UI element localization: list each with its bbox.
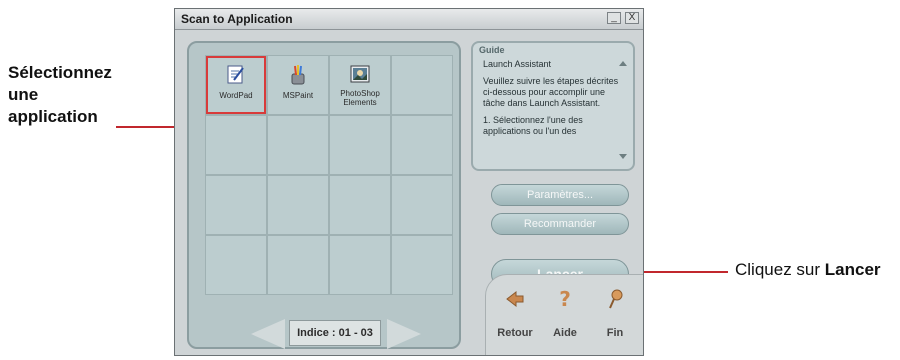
empty-app-tile [267, 235, 329, 295]
mspaint-icon [291, 65, 305, 85]
empty-app-tile [267, 175, 329, 235]
title-bar: Scan to Application _ X [175, 9, 643, 30]
guide-paragraph: Veuillez suivre les étapes décrites ci-d… [483, 76, 619, 108]
launch-callout-prefix: Cliquez sur [735, 260, 825, 279]
empty-app-tile [329, 115, 391, 175]
guide-paragraph: Launch Assistant [483, 59, 552, 69]
empty-app-tile [329, 235, 391, 295]
guide-text: Launch Assistant Veuillez suivre les éta… [483, 59, 619, 167]
fin-button[interactable]: Fin [594, 289, 636, 339]
callout-line-1: Sélectionnez [8, 63, 112, 82]
retour-button[interactable]: Retour [494, 289, 536, 339]
window-title: Scan to Application [181, 12, 293, 26]
svg-text:?: ? [559, 289, 571, 309]
app-label: WordPad [219, 91, 253, 100]
minimize-button[interactable]: _ [607, 12, 621, 24]
application-grid-panel: WordPad MSPaint PhotoShop Elements Indic… [187, 41, 461, 349]
app-tile-wordpad[interactable]: WordPad [205, 55, 267, 115]
callout-line-2: une [8, 85, 39, 104]
recommander-button[interactable]: Recommander [491, 213, 629, 235]
aide-label: Aide [553, 327, 577, 339]
navigation-panel: Retour ? Aide Fin [485, 274, 643, 355]
guide-panel: Guide Launch Assistant Veuillez suivre l… [471, 41, 635, 171]
select-application-callout: Sélectionnez une application [8, 62, 112, 128]
callout-line-3: application [8, 107, 98, 126]
scroll-up-arrow-icon[interactable] [619, 61, 627, 66]
guide-header: Guide [479, 45, 505, 55]
empty-app-tile [329, 175, 391, 235]
fin-label: Fin [606, 327, 624, 339]
empty-app-tile [267, 115, 329, 175]
empty-app-tile [205, 115, 267, 175]
pager: Indice : 01 - 03 [251, 318, 421, 349]
app-tile-mspaint[interactable]: MSPaint [267, 55, 329, 115]
empty-app-tile [391, 55, 453, 115]
scan-to-application-window: Scan to Application _ X WordPad MSPaint … [174, 8, 644, 356]
wordpad-icon [227, 65, 244, 84]
photoshop-icon [350, 65, 370, 83]
page-index-display: Indice : 01 - 03 [289, 320, 381, 346]
empty-app-tile [205, 235, 267, 295]
parametres-button[interactable]: Paramètres... [491, 184, 629, 206]
app-tile-photoshop-elements[interactable]: PhotoShop Elements [329, 55, 391, 115]
app-label: MSPaint [282, 91, 314, 100]
guide-paragraph: 1. Sélectionnez l'une des applications o… [483, 115, 583, 136]
app-label: PhotoShop Elements [340, 89, 380, 107]
empty-app-tile [391, 235, 453, 295]
close-button[interactable]: X [625, 12, 639, 24]
empty-app-tile [391, 175, 453, 235]
launch-callout: Cliquez sur Lancer [735, 260, 881, 280]
scroll-down-arrow-icon[interactable] [619, 154, 627, 159]
aide-button[interactable]: ? Aide [544, 289, 586, 339]
launch-callout-bold: Lancer [824, 260, 881, 279]
previous-page-arrow-icon[interactable] [251, 319, 285, 349]
help-question-icon: ? [559, 289, 571, 309]
callout-line-right [630, 271, 728, 273]
application-grid: WordPad MSPaint PhotoShop Elements [205, 55, 453, 295]
retour-label: Retour [497, 327, 533, 339]
back-arrow-icon [506, 290, 524, 308]
empty-app-tile [205, 175, 267, 235]
empty-app-tile [391, 115, 453, 175]
next-page-arrow-icon[interactable] [387, 319, 421, 349]
exit-pin-icon [609, 289, 623, 309]
